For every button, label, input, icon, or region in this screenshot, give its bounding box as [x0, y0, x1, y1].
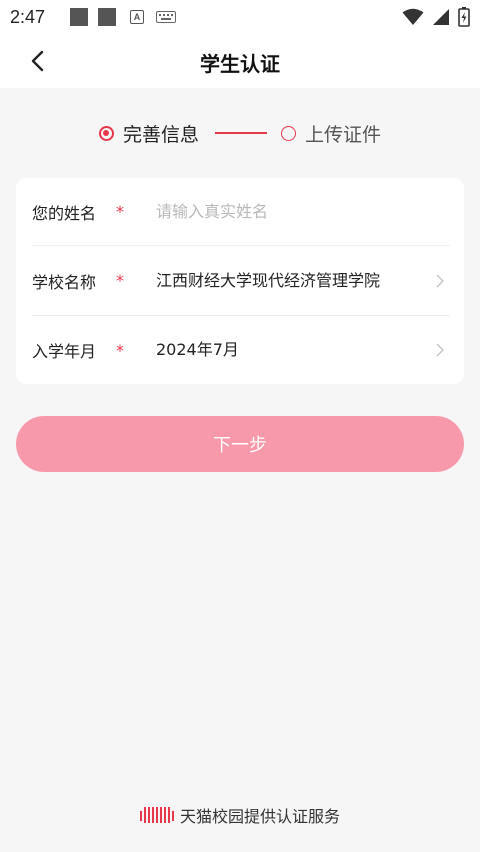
school-select[interactable]: 江西财经大学现代经济管理学院: [156, 268, 430, 294]
wifi-icon: [402, 8, 424, 25]
required-mark: *: [116, 340, 124, 360]
footer-text: 天猫校园提供认证服务: [179, 807, 340, 826]
step-fill-info: 完善信息: [98, 120, 199, 147]
school-row[interactable]: 学校名称 * 江西财经大学现代经济管理学院: [32, 246, 450, 316]
a-box-icon: A: [130, 10, 144, 24]
enroll-row[interactable]: 入学年月 * 2024年7月: [32, 316, 450, 384]
step-upload-docs: 上传证件: [281, 120, 381, 147]
step-label: 完善信息: [122, 123, 199, 146]
keyboard-icon: [156, 11, 176, 23]
notification-square-icon: [70, 8, 88, 26]
name-row[interactable]: 您的姓名 * 请输入真实姓名: [32, 178, 450, 246]
step-indicator: 完善信息 上传证件: [0, 118, 480, 148]
notification-square-icon: [98, 8, 116, 26]
step-inactive-dot-icon: [281, 125, 296, 141]
step-active-dot-icon: [98, 125, 114, 141]
name-label: 您的姓名: [32, 203, 97, 223]
signal-icon: [433, 9, 449, 25]
page-title: 学生认证: [200, 52, 280, 76]
name-input[interactable]: 请输入真实姓名: [156, 199, 450, 225]
step-connector: [215, 132, 267, 134]
step-label: 上传证件: [305, 123, 382, 146]
enroll-date-select[interactable]: 2024年7月: [156, 337, 430, 363]
footer: 天猫校园提供认证服务: [0, 800, 480, 830]
header: 学生认证: [0, 34, 480, 88]
required-mark: *: [116, 271, 124, 290]
chevron-right-icon: [430, 343, 450, 357]
status-bar: 2:47 A: [0, 0, 480, 34]
enroll-label: 入学年月: [32, 342, 97, 361]
required-mark: *: [116, 202, 124, 221]
status-time: 2:47: [10, 6, 46, 27]
next-step-button[interactable]: 下一步: [16, 416, 464, 472]
school-label: 学校名称: [32, 272, 97, 292]
chevron-right-icon: [430, 274, 450, 288]
form-card: 您的姓名 * 请输入真实姓名 学校名称 * 江西财经大学现代经济管理学院 入学年…: [16, 178, 464, 384]
tmall-barcode-icon: [139, 807, 174, 823]
battery-icon: [458, 7, 470, 27]
